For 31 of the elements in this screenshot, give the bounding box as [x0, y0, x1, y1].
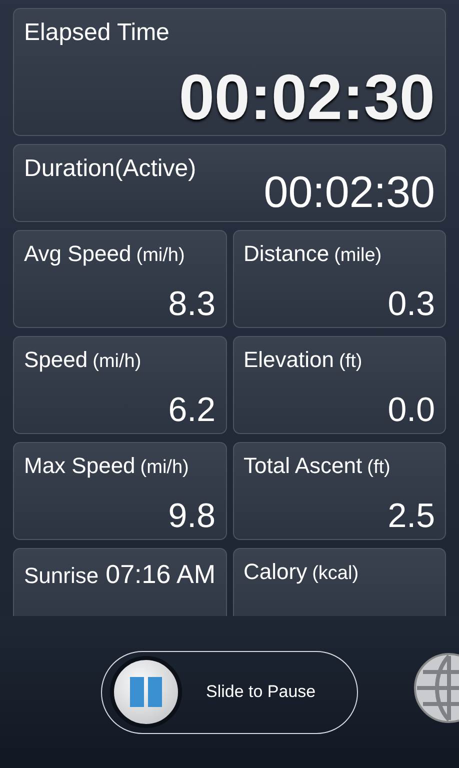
globe-icon[interactable] — [413, 652, 459, 724]
duration-value: 00:02:30 — [264, 171, 435, 215]
stat-value: 8.3 — [168, 287, 216, 321]
unit-label: (mi/h) — [92, 351, 142, 373]
stat-label: Avg Speed — [24, 241, 132, 267]
stat-label: Max Speed — [24, 453, 136, 479]
unit-label: (mi/h) — [140, 457, 189, 479]
slider-handle[interactable] — [110, 656, 182, 728]
slider-label: Slide to Pause — [206, 682, 316, 702]
unit-label: (mile) — [334, 245, 382, 267]
stat-label: Elevation — [244, 347, 334, 373]
stat-value: 6.2 — [168, 393, 216, 427]
stat-label: Distance — [244, 241, 330, 267]
stat-value: 2.5 — [388, 499, 435, 533]
stat-label: Calory — [244, 559, 308, 585]
stat-label: Sunrise — [24, 563, 99, 589]
unit-label: (ft) — [339, 351, 362, 373]
stat-value: 07:16 AM — [106, 559, 216, 590]
stat-value: 9.8 — [168, 499, 216, 533]
unit-label: (ft) — [367, 457, 390, 479]
stat-value: 0.0 — [388, 393, 435, 427]
duration-label: Duration(Active) — [24, 155, 196, 183]
unit-label: (kcal) — [312, 563, 359, 585]
elapsed-value: 00:02:30 — [178, 65, 435, 129]
stat-value: 0.3 — [388, 287, 435, 321]
unit-label: (mi/h) — [136, 245, 185, 267]
stat-label: Total Ascent — [244, 453, 362, 479]
stat-label: Speed — [24, 347, 88, 373]
pause-slider[interactable]: Slide to Pause — [101, 650, 358, 734]
elapsed-label: Elapsed Time — [24, 19, 170, 47]
pause-icon — [130, 677, 162, 707]
